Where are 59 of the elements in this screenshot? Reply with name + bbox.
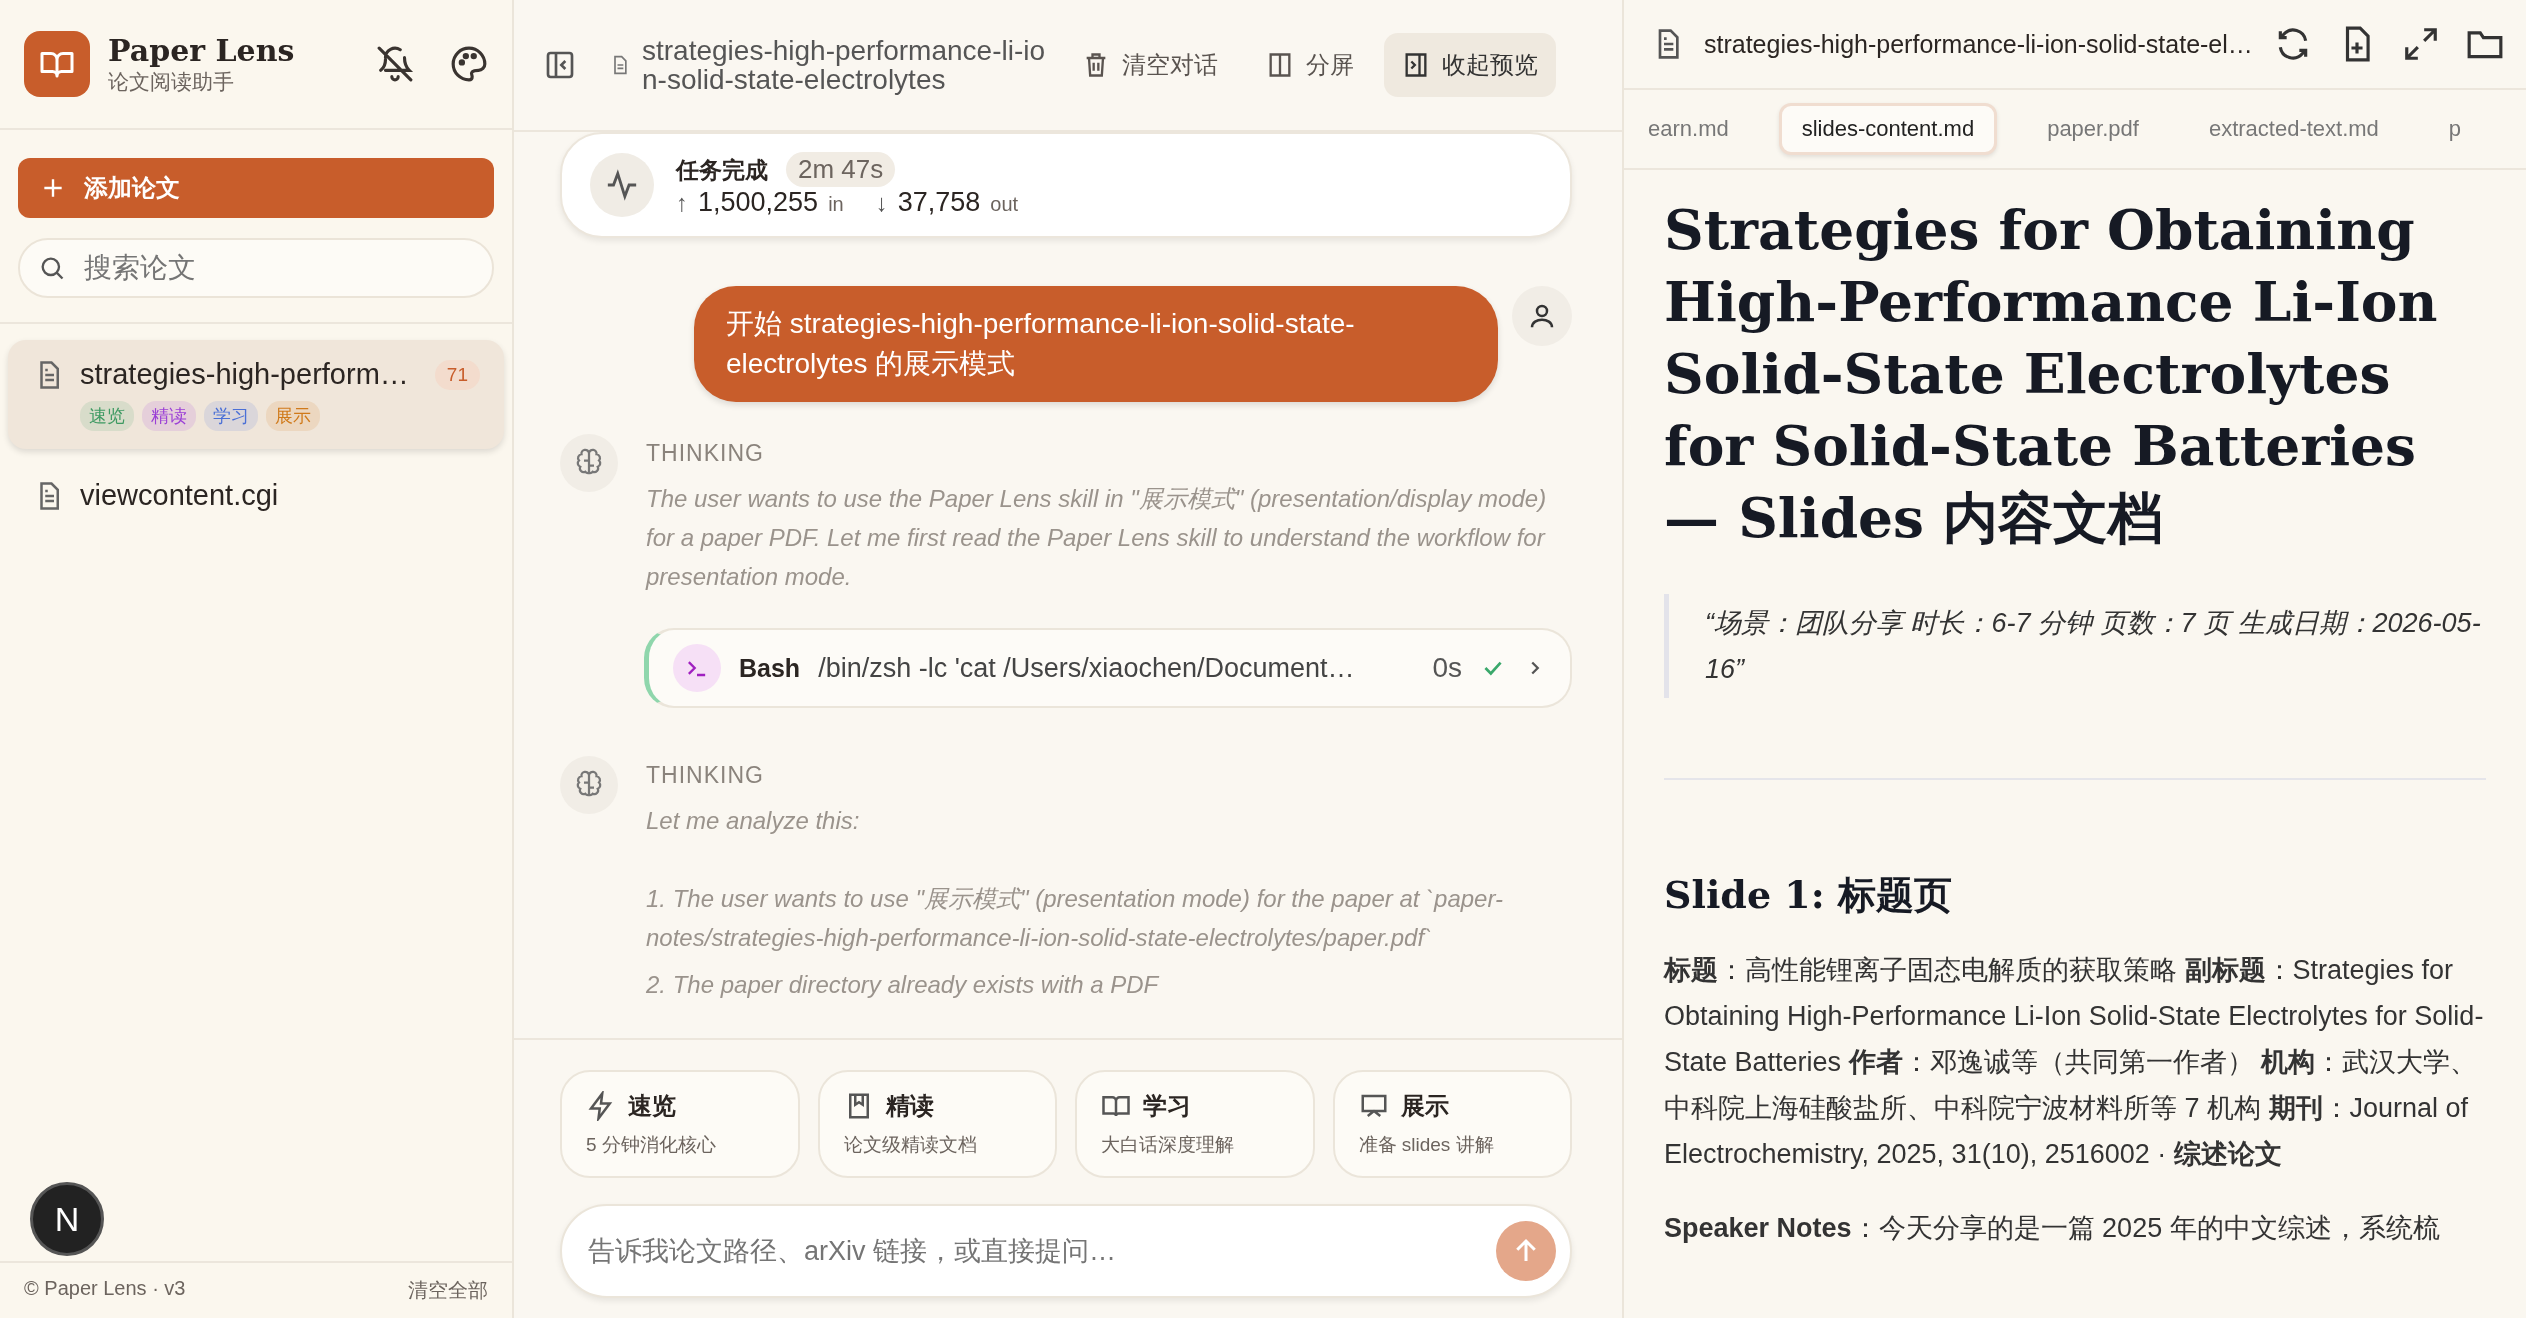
mode-tag: 精读	[142, 401, 196, 431]
paragraph: Speaker Notes：今天分享的是一篇 2025 年的中文综述，系统梳	[1664, 1212, 2441, 1245]
arrow-text: ↑	[676, 189, 688, 217]
mode-tag: 速览	[80, 401, 134, 431]
palette-icon[interactable]	[450, 45, 488, 83]
token-unit: in	[828, 193, 844, 216]
copyright-text: © Paper Lens · v3	[24, 1277, 186, 1301]
file-tab[interactable]: earn.md	[1628, 106, 1749, 152]
thinking-label: THINKING	[646, 440, 765, 467]
paragraph: 标题：高性能锂离子固态电解质的获取策略 副标题：Strategies for Obtaining High-Performance Li-Ion Solid-State Electrolytes for Solid-State Batteries 作者：邓逸诚等（共同第一作者） 机构：武汉大学、中科院上海硅酸盐所、中科院宁波材料所等 7 机构 期刊：Journal of Electrochemistry, 2025, 31(10), 2516002 · 综述论文	[1664, 954, 2485, 1171]
mode-tag: 学习	[204, 401, 258, 431]
token-count: 37,758	[897, 187, 981, 218]
tool-duration: 0s	[1432, 652, 1462, 684]
user-message: 开始 strategies-high-performance-li-ion-solid-state-electrolytes 的展示模式	[694, 286, 1498, 402]
file-tab[interactable]: slides-content.md	[1778, 103, 1998, 155]
clear-all-link[interactable]: 清空全部	[408, 1277, 488, 1304]
file-tab[interactable]: paper.pdf	[2027, 106, 2159, 152]
terminal-icon	[673, 644, 721, 692]
message-count: 71	[434, 359, 480, 390]
document-title: Strategies for Obtaining High-Performance Li-Ion Solid-State Electrolytes for Solid-State Batteries — Slides 内容文档	[1664, 196, 2439, 552]
tool-command: /bin/zsh -lc 'cat /Users/xiaochen/Document…	[818, 652, 1356, 684]
paper-item[interactable]: strategies-high-perform… 71 速览 精读 学习 展示	[8, 340, 504, 449]
search-field[interactable]: 搜索论文	[18, 238, 494, 298]
dev-tools-badge[interactable]: N	[30, 1182, 104, 1256]
app-subtitle: 论文阅读助手	[108, 68, 235, 95]
toolbar-button[interactable]: 收起预览	[1384, 33, 1556, 97]
toolbar-button[interactable]: 清空对话	[1064, 33, 1236, 97]
thinking-text: The user wants to use the Paper Lens skill in "展示模式" (presentation/display mode) for a paper PDF. Let me first read the Paper Lens skill to understand the workflow for presentation mode.	[646, 484, 1548, 592]
app-name: Paper Lens	[108, 32, 296, 68]
thinking-label: THINKING	[646, 762, 765, 789]
file-tab[interactable]: p	[2428, 106, 2482, 152]
bell-off-icon[interactable]	[376, 45, 414, 83]
mode-tag: 展示	[266, 401, 320, 431]
slide-heading: Slide 1: 标题页	[1664, 871, 1953, 919]
expand-icon[interactable]	[2402, 25, 2440, 63]
message-input[interactable]: 告诉我论文路径、arXiv 链接，或直接提问…	[560, 1204, 1572, 1298]
tool-name: Bash	[739, 653, 801, 683]
toolbar-button[interactable]: 分屏	[1248, 33, 1372, 97]
token-count: 1,500,255	[698, 187, 819, 218]
tool-call-card[interactable]: Bash /bin/zsh -lc 'cat /Users/xiaochen/Document… 0s	[644, 628, 1572, 708]
mode-card[interactable]: 展示 准备 slides 讲解	[1332, 1070, 1572, 1178]
mode-card[interactable]: 学习 大白话深度理解	[1075, 1070, 1315, 1178]
status-title: 任务完成	[676, 156, 768, 185]
thinking-text: 2. The paper directory already exists with a PDF	[646, 970, 1161, 1000]
thinking-text: Let me analyze this:	[646, 806, 861, 836]
chat-title: strategies-high-performance-li-ion-solid-state-electrolytes	[642, 35, 1047, 95]
paper-item[interactable]: viewcontent.cgi	[8, 461, 504, 530]
mode-card[interactable]: 精读 论文级精读文档	[817, 1070, 1057, 1178]
file-name: strategies-high-performance-li-ion-solid-state-el…	[1704, 29, 2248, 59]
thinking-text: 1. The user wants to use "展示模式" (presentation mode) for the paper at `paper-notes/strategies-high-performance-li-ion-solid-state-electrolytes/paper.pdf`	[646, 884, 1504, 953]
duration-label: 2m 47s	[786, 152, 896, 187]
quote-text: “场景：团队分享 时长：6-7 分钟 页数：7 页 生成日期：2026-05-16”	[1664, 594, 2486, 698]
file-tab[interactable]: extracted-text.md	[2188, 106, 2399, 152]
token-unit: out	[990, 193, 1019, 216]
mode-card[interactable]: 速览 5 分钟消化核心	[560, 1070, 800, 1178]
arrow-text: ↓	[875, 189, 888, 217]
book-logo-icon	[24, 31, 90, 97]
sidebar-toggle-icon[interactable]	[544, 49, 576, 81]
add-paper-button[interactable]: 添加论文	[18, 158, 494, 218]
